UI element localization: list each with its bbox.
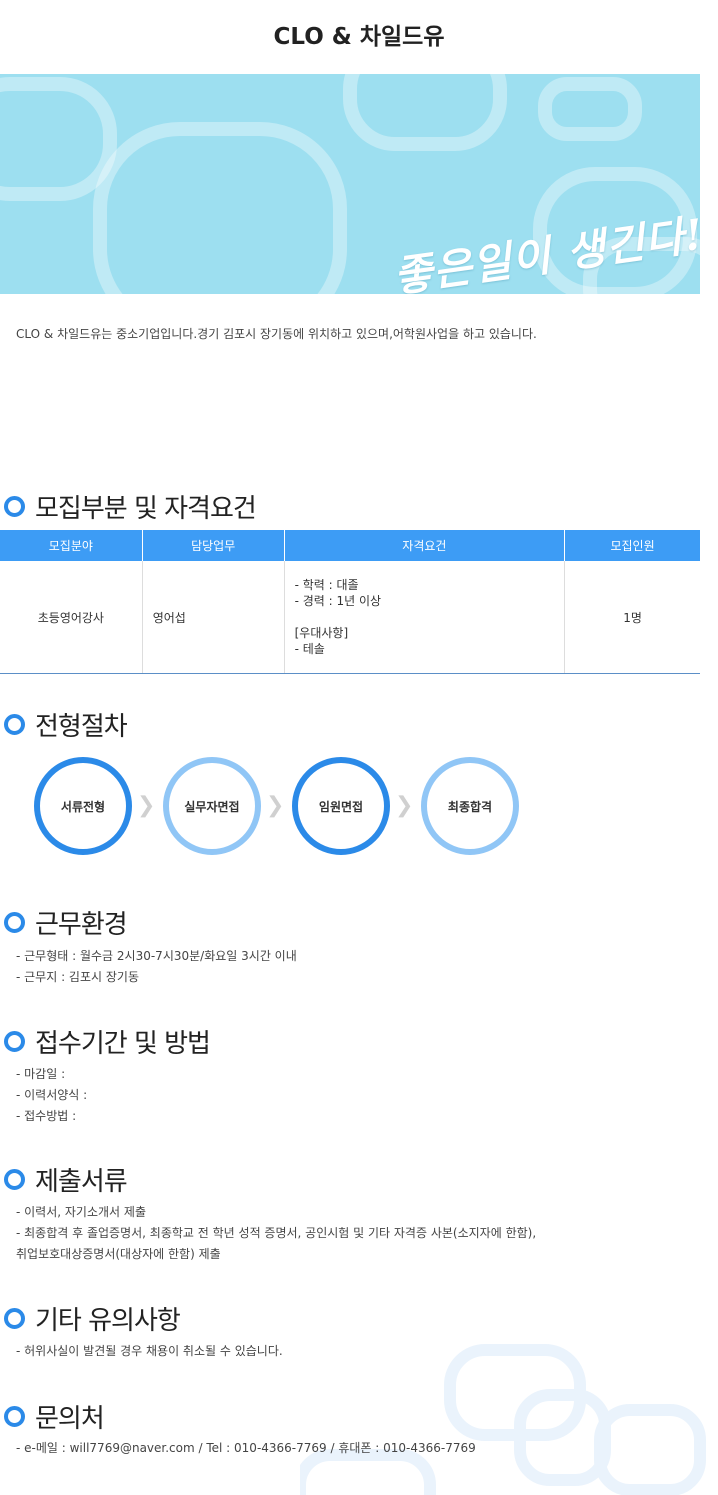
section-title: 모집부분 및 자격요건: [35, 494, 257, 524]
application-info: - 마감일 : - 이력서양식 : - 접수방법 :: [16, 1064, 87, 1127]
company-intro: CLO & 차일드유는 중소기업입니다.경기 김포시 장기동에 위치하고 있으며…: [16, 327, 537, 341]
requirement-line: - 학력 : 대졸: [294, 578, 359, 592]
banner: 좋은일이 생긴다!: [0, 74, 700, 294]
section-header-process: 전형절차: [4, 706, 128, 743]
process-steps: 서류전형 ❯ 실무자면접 ❯ 임원면접 ❯ 최종합격: [34, 757, 534, 857]
section-title: 근무환경: [35, 910, 128, 940]
background-decoration: [300, 1344, 706, 1495]
circle-bullet-icon: [4, 1031, 25, 1052]
section-title: 기타 유의사항: [35, 1306, 181, 1336]
info-line: - 허위사실이 발견될 경우 채용이 취소될 수 있습니다.: [16, 1344, 283, 1358]
page-title: CLO & 차일드유: [273, 24, 445, 50]
circle-bullet-icon: [4, 1169, 25, 1190]
circle-bullet-icon: [4, 1308, 25, 1329]
cell-requirements: - 학력 : 대졸 - 경력 : 1년 이상 [우대사항] - 테솔: [284, 561, 566, 674]
table-header: 모집인원: [564, 530, 700, 561]
section-title: 제출서류: [35, 1167, 128, 1197]
contact-info: - e-메일 : will7769@naver.com / Tel : 010-…: [16, 1438, 476, 1459]
section-header-contact: 문의처: [4, 1398, 105, 1435]
chevron-right-icon: ❯: [137, 793, 156, 818]
process-step: 임원면접: [292, 757, 390, 855]
info-line: - 이력서양식 :: [16, 1088, 88, 1102]
circle-bullet-icon: [4, 496, 25, 517]
requirement-line: [295, 609, 564, 625]
chevron-right-icon: ❯: [395, 793, 414, 818]
notes-info: - 허위사실이 발견될 경우 채용이 취소될 수 있습니다.: [16, 1341, 283, 1362]
info-line: 취업보호대상증명서(대상자에 한함) 제출: [16, 1247, 221, 1261]
process-step: 서류전형: [34, 757, 132, 855]
section-title: 접수기간 및 방법: [35, 1029, 211, 1059]
section-header-documents: 제출서류: [4, 1161, 128, 1198]
documents-info: - 이력서, 자기소개서 제출 - 최종합격 후 졸업증명서, 최종학교 전 학…: [16, 1202, 536, 1265]
info-line: - 근무지 : 김포시 장기동: [16, 970, 139, 984]
section-header-environment: 근무환경: [4, 904, 128, 941]
cell-duty: 영어섭: [142, 561, 285, 674]
requirement-line: - 테솔: [294, 642, 325, 656]
section-header-application: 접수기간 및 방법: [4, 1023, 211, 1060]
recruit-table: 모집분야 담당업무 자격요건 모집인원 초등영어강사 영어섭 - 학력 : 대졸…: [0, 530, 700, 674]
circle-bullet-icon: [4, 714, 25, 735]
cell-count: 1명: [564, 561, 700, 674]
info-line: - 마감일 :: [16, 1067, 66, 1081]
info-line: - 근무형태 : 월수금 2시30-7시30분/화요일 3시간 이내: [16, 949, 297, 963]
section-title: 문의처: [35, 1404, 105, 1434]
section-header-notes: 기타 유의사항: [4, 1300, 181, 1337]
table-row: 초등영어강사 영어섭 - 학력 : 대졸 - 경력 : 1년 이상 [우대사항]…: [0, 561, 700, 674]
cell-field: 초등영어강사: [0, 561, 143, 674]
process-step: 최종합격: [421, 757, 519, 855]
info-line: - 접수방법 :: [16, 1109, 77, 1123]
requirement-line: [우대사항]: [294, 626, 349, 640]
environment-info: - 근무형태 : 월수금 2시30-7시30분/화요일 3시간 이내 - 근무지…: [16, 946, 297, 988]
circle-bullet-icon: [4, 912, 25, 933]
section-header-recruit: 모집부분 및 자격요건: [4, 488, 257, 525]
table-header: 담당업무: [142, 530, 285, 561]
requirement-line: - 경력 : 1년 이상: [294, 594, 382, 608]
section-title: 전형절차: [35, 712, 128, 742]
table-header: 모집분야: [0, 530, 143, 561]
info-line: - 최종합격 후 졸업증명서, 최종학교 전 학년 성적 증명서, 공인시험 및…: [16, 1226, 537, 1240]
info-line: - e-메일 : will7769@naver.com / Tel : 010-…: [16, 1441, 476, 1455]
info-line: - 이력서, 자기소개서 제출: [16, 1205, 146, 1219]
process-step: 실무자면접: [163, 757, 261, 855]
table-header: 자격요건: [284, 530, 566, 561]
chevron-right-icon: ❯: [266, 793, 285, 818]
circle-bullet-icon: [4, 1406, 25, 1427]
